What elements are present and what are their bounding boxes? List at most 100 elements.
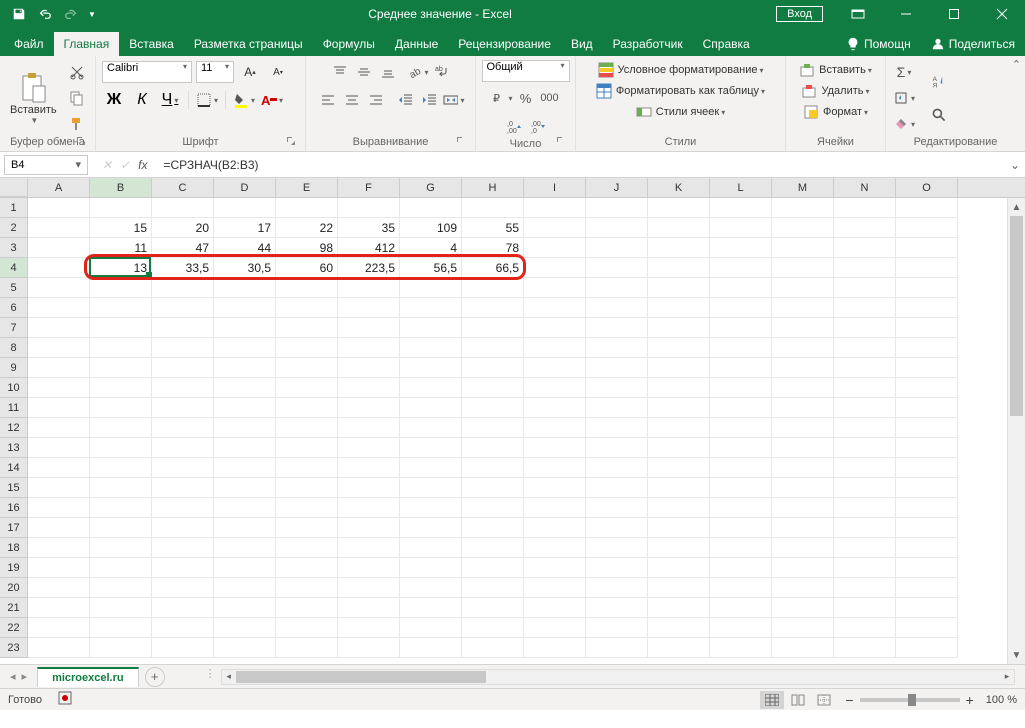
cell[interactable] <box>90 618 152 638</box>
tab-scroll-splitter[interactable]: ⋮ <box>205 667 211 687</box>
column-header[interactable]: I <box>524 178 586 197</box>
cell[interactable] <box>586 458 648 478</box>
cell[interactable] <box>338 398 400 418</box>
cell[interactable] <box>834 598 896 618</box>
percent-icon[interactable]: % <box>515 87 537 109</box>
cell[interactable] <box>896 198 958 218</box>
cell[interactable] <box>28 218 90 238</box>
cell[interactable] <box>276 438 338 458</box>
cell[interactable]: 15 <box>90 218 152 238</box>
cell[interactable] <box>28 198 90 218</box>
cell[interactable] <box>462 498 524 518</box>
cell[interactable] <box>772 538 834 558</box>
cell[interactable] <box>772 418 834 438</box>
cell[interactable] <box>586 518 648 538</box>
cell[interactable] <box>90 538 152 558</box>
cell[interactable] <box>214 498 276 518</box>
cell[interactable] <box>400 338 462 358</box>
column-header[interactable]: N <box>834 178 896 197</box>
cell[interactable] <box>90 638 152 658</box>
cell[interactable] <box>152 198 214 218</box>
cell[interactable] <box>648 638 710 658</box>
cell[interactable] <box>28 638 90 658</box>
cell[interactable] <box>772 438 834 458</box>
select-all-corner[interactable] <box>0 178 28 197</box>
cell[interactable] <box>152 358 214 378</box>
cell[interactable] <box>90 498 152 518</box>
borders-icon[interactable]: ▾ <box>196 89 218 111</box>
cell[interactable] <box>834 578 896 598</box>
cell[interactable] <box>772 638 834 658</box>
cell[interactable] <box>276 498 338 518</box>
find-select-icon[interactable] <box>925 101 953 129</box>
scrollbar-thumb[interactable] <box>1010 216 1023 416</box>
cell[interactable] <box>896 318 958 338</box>
cell[interactable] <box>710 338 772 358</box>
cell[interactable] <box>648 438 710 458</box>
cell[interactable] <box>338 298 400 318</box>
column-header[interactable]: A <box>28 178 90 197</box>
cell[interactable] <box>648 258 710 278</box>
cell[interactable] <box>834 518 896 538</box>
cell[interactable] <box>834 338 896 358</box>
cell[interactable] <box>772 278 834 298</box>
row-header[interactable]: 2 <box>0 218 28 238</box>
row-header[interactable]: 6 <box>0 298 28 318</box>
cell[interactable] <box>28 438 90 458</box>
row-header[interactable]: 19 <box>0 558 28 578</box>
cell[interactable] <box>648 558 710 578</box>
cell[interactable] <box>462 618 524 638</box>
row-header[interactable]: 7 <box>0 318 28 338</box>
cell[interactable] <box>710 458 772 478</box>
cell[interactable] <box>834 358 896 378</box>
maximize-icon[interactable] <box>931 0 977 28</box>
cell[interactable] <box>400 298 462 318</box>
cell[interactable] <box>338 538 400 558</box>
cell[interactable] <box>896 638 958 658</box>
cell[interactable] <box>524 498 586 518</box>
view-page-break-icon[interactable] <box>812 691 836 709</box>
delete-cells-button[interactable]: Удалить▾ <box>799 81 871 101</box>
cell[interactable] <box>586 578 648 598</box>
column-header[interactable]: O <box>896 178 958 197</box>
row-header[interactable]: 1 <box>0 198 28 218</box>
cell[interactable] <box>710 578 772 598</box>
italic-button[interactable]: К <box>131 89 153 111</box>
format-painter-icon[interactable] <box>66 113 88 135</box>
tab-главная[interactable]: Главная <box>54 32 120 56</box>
orientation-icon[interactable]: ab▾ <box>407 61 429 83</box>
cell[interactable] <box>834 198 896 218</box>
cell[interactable] <box>648 378 710 398</box>
cell[interactable] <box>462 338 524 358</box>
cell[interactable] <box>400 518 462 538</box>
number-format-select[interactable]: Общий▾ <box>482 60 570 82</box>
cell[interactable] <box>896 518 958 538</box>
signin-button[interactable]: Вход <box>776 6 823 22</box>
cell[interactable] <box>834 378 896 398</box>
ribbon-display-icon[interactable] <box>835 0 881 28</box>
cell[interactable] <box>710 538 772 558</box>
cell[interactable]: 109 <box>400 218 462 238</box>
cell[interactable] <box>338 438 400 458</box>
cell[interactable] <box>276 318 338 338</box>
dialog-launcher-icon[interactable] <box>555 135 567 147</box>
cell[interactable] <box>400 618 462 638</box>
sheet-nav-first-icon[interactable]: ◂ <box>10 670 16 683</box>
cell[interactable] <box>28 278 90 298</box>
cell[interactable] <box>90 598 152 618</box>
cell[interactable] <box>710 638 772 658</box>
cell[interactable] <box>524 298 586 318</box>
cell[interactable] <box>276 638 338 658</box>
cell[interactable] <box>648 218 710 238</box>
cell[interactable] <box>896 438 958 458</box>
fill-color-icon[interactable]: ▾ <box>233 89 255 111</box>
cell[interactable] <box>648 198 710 218</box>
cell[interactable] <box>338 378 400 398</box>
cell[interactable] <box>152 438 214 458</box>
cell[interactable] <box>524 358 586 378</box>
tab-вид[interactable]: Вид <box>561 32 603 56</box>
row-header[interactable]: 23 <box>0 638 28 658</box>
decrease-indent-icon[interactable] <box>395 89 417 111</box>
tell-me-link[interactable]: Помощн <box>836 32 921 56</box>
cell[interactable] <box>648 238 710 258</box>
